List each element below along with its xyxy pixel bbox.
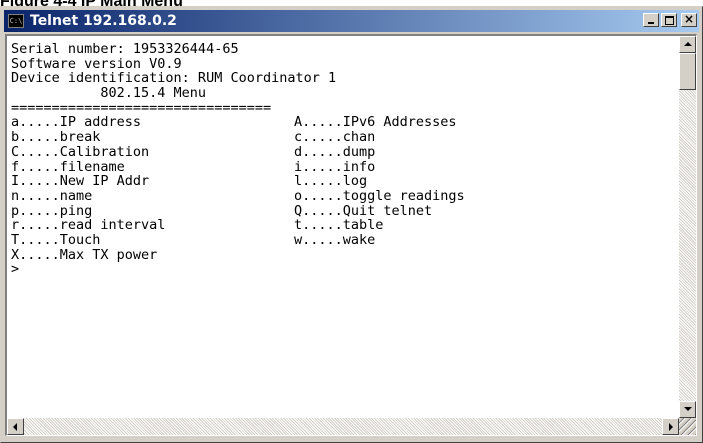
menu-row: T.....Touch w.....wake [11,233,666,248]
vertical-scroll-thumb[interactable] [679,53,696,90]
window-title: Telnet 192.168.0.2 [30,13,177,29]
menu-item-ping: p.....ping [11,202,93,219]
close-button[interactable]: × [681,12,697,27]
maximize-button[interactable] [661,13,677,27]
menu-item-filename: f.....filename [11,158,125,175]
menu-item-read-interval: r.....read interval [11,217,166,234]
menu-row: X.....Max TX power [11,246,666,263]
software-version-line: Software version V0.9 [11,55,182,72]
scroll-down-button[interactable] [679,401,696,418]
separator-line: ================================ [11,99,272,116]
menu-item-ip-address: a.....IP address [11,114,142,131]
menu-row: f.....filename i.....info [11,158,666,175]
minimize-icon [648,22,654,24]
arrow-down-icon [684,407,692,411]
arrow-right-icon [669,423,673,431]
menu-row: b.....break c.....chan [11,130,666,145]
caption-buttons: × [641,12,697,27]
menu-row: p.....ping Q.....Quit telnet [11,202,666,219]
title-bar[interactable]: C:\ Telnet 192.168.0.2 × [4,10,699,32]
menu-item-break: b.....break [11,129,101,146]
scroll-left-button[interactable] [7,418,24,435]
menu-item-calibration: C.....Calibration [11,143,150,160]
device-identification-line: Device identification: RUM Coordinator 1 [11,70,337,87]
command-prompt[interactable]: > [11,262,666,277]
menu-item-touch: T.....Touch [11,231,101,248]
menu-item-quit-telnet: Q.....Quit telnet [294,202,433,219]
menu-row: n.....name o.....toggle readings [11,189,666,204]
menu-item-ipv6-addresses: A.....IPv6 Addresses [294,114,457,131]
menu-item-log: l.....log [294,173,368,190]
telnet-window: C:\ Telnet 192.168.0.2 × Serial number: … [0,6,703,443]
menu-item-name: n.....name [11,187,93,204]
menu-row: r.....read interval t.....table [11,218,666,233]
menu-row: a.....IP address A.....IPv6 Addresses [11,115,666,130]
serial-number-line: Serial number: 1953326444-65 [11,42,239,57]
arrow-up-icon [684,42,692,46]
console-area[interactable]: Serial number: 1953326444-65 Software ve… [5,34,697,436]
menu-item-toggle-readings: o.....toggle readings [294,187,465,204]
menu-item-chan: c.....chan [294,129,376,146]
console-text[interactable]: Serial number: 1953326444-65 Software ve… [11,42,666,412]
menu-item-dump: d.....dump [294,143,376,160]
scroll-up-button[interactable] [679,36,696,53]
menu-row: I.....New IP Addr l.....log [11,174,666,189]
close-icon: × [683,12,695,26]
vertical-scrollbar[interactable] [679,36,696,418]
resize-grip[interactable] [679,418,696,435]
maximize-icon [665,16,674,25]
scroll-right-button[interactable] [662,418,679,435]
horizontal-scrollbar[interactable] [7,418,679,435]
menu-item-info: i.....info [294,158,376,175]
menu-item-table: t.....table [294,217,384,234]
menu-item-new-ip-addr: I.....New IP Addr [11,173,150,190]
menu-item-max-tx-power: X.....Max TX power [11,246,158,263]
minimize-button[interactable] [643,13,659,27]
menu-title-line: 802.15.4 Menu [11,85,207,102]
console-icon[interactable]: C:\ [8,14,24,28]
menu-row: C.....Calibration d.....dump [11,145,666,160]
arrow-left-icon [13,423,17,431]
menu-item-wake: w.....wake [294,231,376,248]
